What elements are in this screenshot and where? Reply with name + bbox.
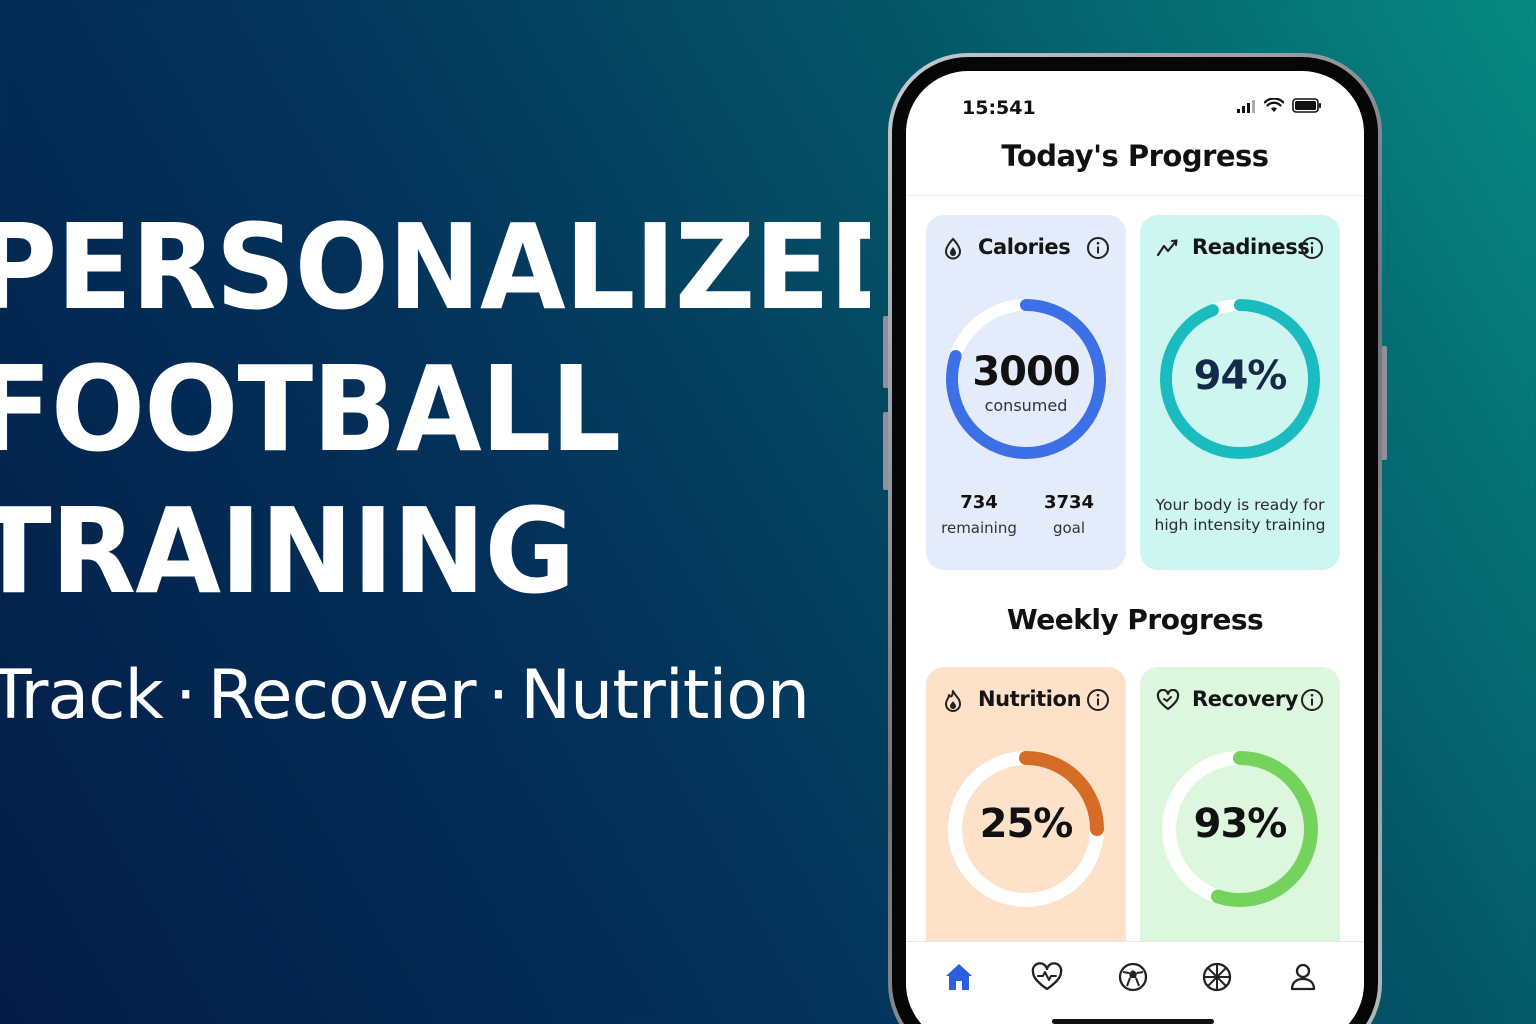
tab-profile[interactable] <box>1286 960 1320 994</box>
wifi-icon <box>1263 97 1285 117</box>
phone-bezel: 15:541 Today's Progress Calories 3000 co… <box>892 57 1378 1024</box>
remaining-label: remaining <box>941 519 1017 537</box>
title-divider <box>906 195 1364 196</box>
tab-training[interactable] <box>1116 960 1150 994</box>
status-time: 15:541 <box>962 97 1036 119</box>
readiness-value: 94% <box>1193 353 1288 399</box>
home-indicator[interactable] <box>1052 1019 1214 1024</box>
hero-title-line-3: TRAINING <box>0 482 576 620</box>
home-icon <box>946 964 972 990</box>
hero-tagline: Track · Recover · Nutrition <box>0 656 810 735</box>
ball-icon <box>1118 962 1148 992</box>
tagline-nutrition: Nutrition <box>520 656 810 735</box>
signal-icon <box>1236 98 1256 117</box>
heart-icon <box>1156 688 1180 715</box>
calories-value: 3000 <box>972 349 1080 395</box>
weekly-progress-title: Weekly Progress <box>1006 603 1264 636</box>
tab-health[interactable] <box>1030 960 1064 994</box>
tab-bar <box>906 941 1364 1024</box>
recovery-value: 93% <box>1193 801 1288 847</box>
nutrition-value: 25% <box>979 801 1074 847</box>
readiness-message: Your body is ready for high intensity tr… <box>1154 496 1326 534</box>
calories-label: Calories <box>978 235 1071 259</box>
profile-icon <box>1290 963 1316 991</box>
goal-value: 3734 <box>1043 492 1095 513</box>
battery-icon <box>1292 98 1322 117</box>
recovery-card[interactable]: Recovery 93% <box>1140 667 1340 967</box>
tagline-separator: · <box>174 656 197 735</box>
hero-title-line-2: FOOTBALL <box>0 340 621 478</box>
tagline-recover: Recover <box>207 656 477 735</box>
tab-home[interactable] <box>942 960 976 994</box>
trend-icon <box>1156 237 1180 263</box>
flame-drop-icon <box>942 237 964 265</box>
readiness-card[interactable]: Readiness 94% Your body is ready for hig… <box>1140 215 1340 570</box>
card-header: Readiness <box>1140 233 1340 263</box>
remaining-value: 734 <box>960 492 998 513</box>
hero-section: PERSONALIZED FOOTBALL TRAINING Track · Rec… <box>0 0 870 1024</box>
tagline-separator: · <box>487 656 510 735</box>
heart-pulse-icon <box>1031 962 1063 991</box>
info-icon[interactable] <box>1086 236 1110 264</box>
calories-goal: 3734 goal <box>1024 492 1114 537</box>
card-header: Calories <box>926 233 1126 263</box>
calories-remaining: 734 remaining <box>934 492 1024 537</box>
calories-value-label: consumed <box>984 396 1068 415</box>
nutrition-label: Nutrition <box>978 687 1082 711</box>
info-icon[interactable] <box>1300 688 1324 716</box>
basketball-icon <box>1202 962 1232 992</box>
card-header: Nutrition <box>926 685 1126 715</box>
nutrition-card[interactable]: Nutrition 25% <box>926 667 1126 967</box>
info-icon[interactable] <box>1300 236 1324 264</box>
flame-icon <box>942 689 964 717</box>
tagline-track: Track <box>0 656 164 735</box>
hero-title-line-1: PERSONALIZED <box>0 198 870 336</box>
info-icon[interactable] <box>1086 688 1110 716</box>
status-icons <box>1236 97 1322 117</box>
phone-frame: 15:541 Today's Progress Calories 3000 co… <box>888 53 1382 1024</box>
recovery-label: Recovery <box>1192 687 1299 711</box>
screen-title: Today's Progress <box>1001 139 1269 173</box>
card-header: Recovery <box>1140 685 1340 715</box>
tab-sports[interactable] <box>1200 960 1234 994</box>
calories-card[interactable]: Calories 3000 consumed 734 remaining 373… <box>926 215 1126 570</box>
goal-label: goal <box>1052 519 1086 537</box>
readiness-label: Readiness <box>1192 235 1310 259</box>
phone-screen: 15:541 Today's Progress Calories 3000 co… <box>906 71 1364 1024</box>
